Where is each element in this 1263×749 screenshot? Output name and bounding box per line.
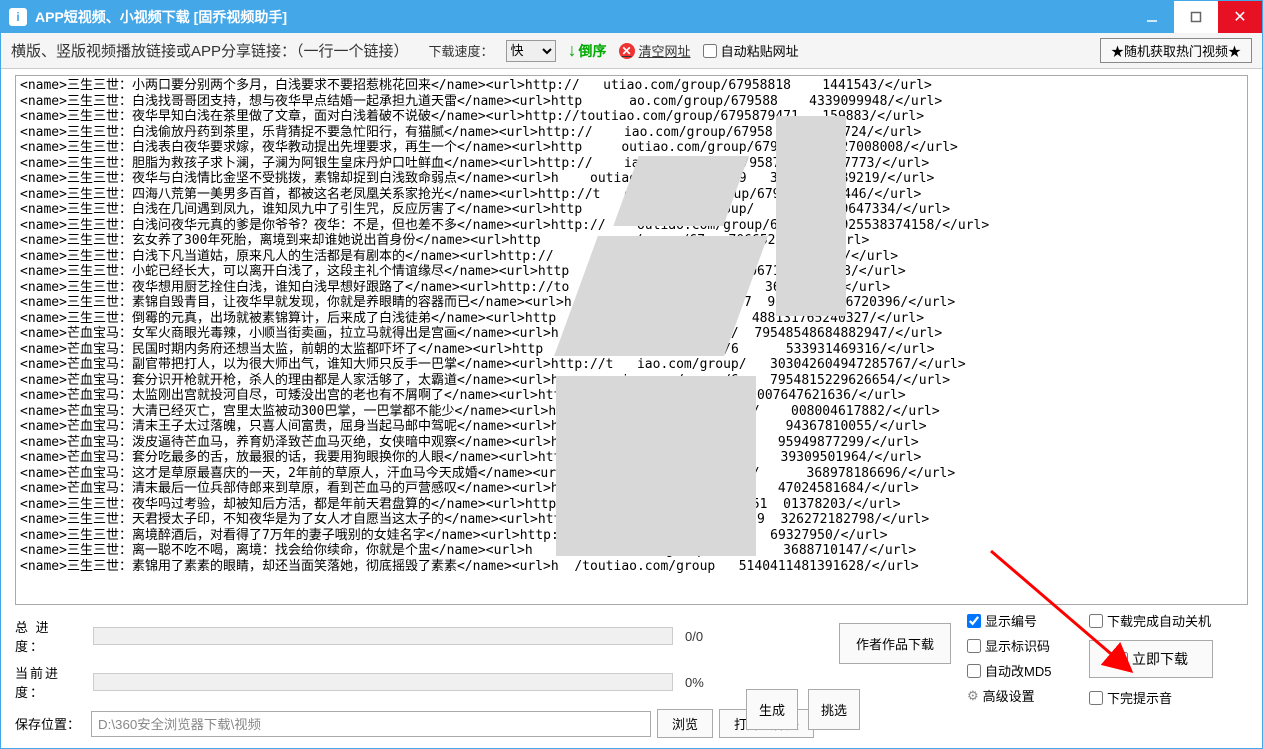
show-identify-checkbox[interactable] — [967, 639, 981, 653]
pick-button[interactable]: 挑选 — [808, 689, 860, 730]
auto-paste-checkbox[interactable] — [703, 44, 717, 58]
titlebar: i APP短视频、小视频下载 [固乔视频助手] ✕ — [1, 1, 1262, 33]
main-instruction-label: 横版、竖版视频播放链接或APP分享链接：（一行一个链接） — [11, 40, 409, 61]
url-textarea[interactable]: <name>三生三世：小两口要分别两个多月，白浅要求不要招惹桃花回来</name… — [15, 75, 1248, 605]
random-hot-video-button[interactable]: ★随机获取热门视频★ — [1100, 38, 1252, 63]
maximize-button[interactable] — [1174, 1, 1218, 33]
current-progress-label: 当前进度： — [15, 663, 85, 701]
speed-select[interactable]: 快 — [506, 40, 556, 62]
clear-urls-link[interactable]: ✕ 清空网址 — [619, 41, 691, 60]
auto-md5-checkbox[interactable] — [967, 664, 981, 678]
total-progress-bar — [93, 627, 673, 645]
download-now-checkbox[interactable] — [1114, 652, 1128, 666]
gear-icon: ⚙ — [967, 688, 979, 704]
done-sound-checkbox-label[interactable]: 下完提示音 — [1089, 688, 1213, 707]
x-circle-icon: ✕ — [619, 43, 635, 59]
toolbar: 横版、竖版视频播放链接或APP分享链接：（一行一个链接） 下载速度： 快 ↓ 倒… — [1, 33, 1262, 69]
show-number-checkbox-label[interactable]: 显示编号 — [967, 611, 1051, 630]
auto-md5-checkbox-label[interactable]: 自动改MD5 — [967, 661, 1051, 680]
down-arrow-icon: ↓ — [568, 40, 577, 61]
reverse-order-button[interactable]: ↓ 倒序 — [568, 40, 607, 61]
done-sound-checkbox[interactable] — [1089, 691, 1103, 705]
advanced-settings-link[interactable]: ⚙ 高级设置 — [967, 686, 1051, 705]
close-button[interactable]: ✕ — [1218, 1, 1262, 33]
show-identify-checkbox-label[interactable]: 显示标识码 — [967, 636, 1051, 655]
window-title: APP短视频、小视频下载 [固乔视频助手] — [35, 7, 287, 27]
author-works-button[interactable]: 作者作品下载 — [839, 623, 951, 664]
minimize-button[interactable] — [1130, 1, 1174, 33]
show-number-checkbox[interactable] — [967, 614, 981, 628]
auto-shutdown-checkbox-label[interactable]: 下载完成自动关机 — [1089, 611, 1213, 630]
current-progress-bar — [93, 673, 673, 691]
save-path-label: 保存位置： — [15, 714, 85, 733]
download-now-button[interactable]: 立即下载 — [1089, 640, 1213, 678]
current-progress-text: 0% — [685, 675, 704, 690]
browse-button[interactable]: 浏览 — [657, 709, 713, 738]
generate-button[interactable]: 生成 — [746, 689, 798, 730]
auto-shutdown-checkbox[interactable] — [1089, 614, 1103, 628]
app-icon: i — [9, 8, 27, 26]
total-progress-label: 总 进 度： — [15, 617, 85, 655]
bottom-panel: 总 进 度： 0/0 当前进度： 0% 保存位置： 浏览 打开文件夹 作者作品下… — [1, 611, 1262, 748]
total-progress-text: 0/0 — [685, 629, 703, 644]
speed-label: 下载速度： — [429, 41, 494, 60]
save-path-input[interactable] — [91, 711, 651, 737]
auto-paste-checkbox-label[interactable]: 自动粘贴网址 — [703, 41, 799, 60]
